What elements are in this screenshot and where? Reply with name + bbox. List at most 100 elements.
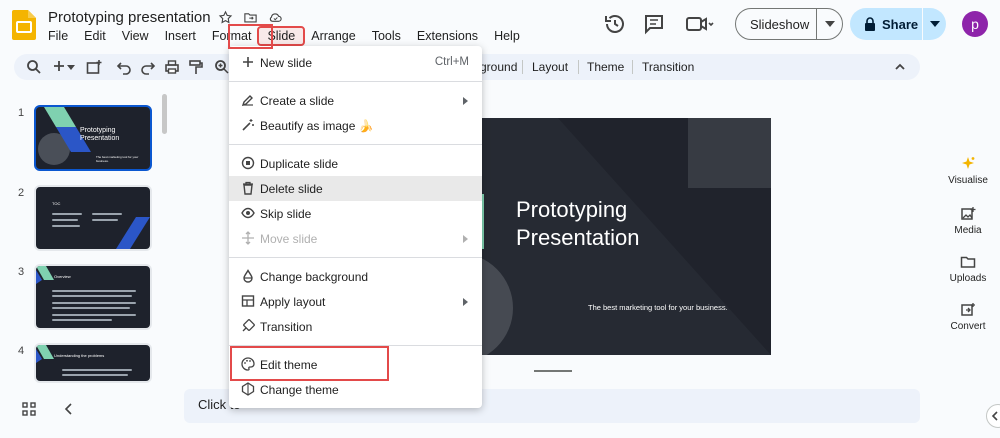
- slide-subtitle[interactable]: The best marketing tool for your busines…: [588, 303, 728, 312]
- menu-item-transition[interactable]: Transition: [229, 314, 482, 339]
- menu-insert[interactable]: Insert: [157, 28, 204, 44]
- menu-arrange[interactable]: Arrange: [303, 28, 363, 44]
- menu-bar: File Edit View Insert Format Slide Arran…: [40, 26, 528, 46]
- submenu-arrow-icon: [463, 97, 468, 105]
- sidebar-visualise[interactable]: Visualise: [940, 156, 996, 186]
- thumbnail-line: [52, 213, 82, 215]
- thumbnail-line: [52, 225, 80, 227]
- slide-number: 2: [18, 187, 25, 199]
- menu-item-label: Skip slide: [260, 207, 312, 221]
- share-label: Share: [882, 16, 919, 32]
- slideshow-label: Slideshow: [750, 16, 810, 32]
- print-icon[interactable]: [164, 59, 180, 75]
- duplicate-icon: [241, 156, 255, 170]
- slide-number: 4: [18, 345, 25, 357]
- move-folder-icon[interactable]: [243, 10, 258, 25]
- menu-item-duplicate-slide[interactable]: Duplicate slide: [229, 151, 482, 176]
- new-slide-caret-icon[interactable]: [66, 59, 76, 75]
- menu-item-change-background[interactable]: Change background: [229, 264, 482, 289]
- thumbnail-line: [52, 302, 136, 304]
- add-slide-layout-icon[interactable]: [86, 59, 102, 75]
- chevron-up-icon[interactable]: [892, 59, 908, 75]
- slide-thumbnail-4[interactable]: Understanding the problems: [34, 343, 152, 383]
- thumbnail-graphic: [116, 217, 150, 249]
- menu-extensions[interactable]: Extensions: [409, 28, 486, 44]
- slides-logo-icon[interactable]: [12, 10, 36, 40]
- slideshow-button[interactable]: Slideshow: [735, 8, 843, 40]
- menu-tools[interactable]: Tools: [364, 28, 409, 44]
- slide-title[interactable]: Prototyping Presentation: [516, 196, 640, 252]
- menu-item-shortcut: Ctrl+M: [434, 56, 469, 68]
- slide-title-line: Presentation: [516, 225, 640, 250]
- chevron-left-icon[interactable]: [62, 402, 76, 416]
- slide-thumbnail-2[interactable]: TOC: [34, 185, 152, 251]
- menu-item-create-a-slide[interactable]: Create a slide: [229, 88, 482, 113]
- slide-number: 1: [18, 107, 25, 119]
- search-icon[interactable]: [26, 59, 42, 75]
- menu-view[interactable]: View: [114, 28, 157, 44]
- thumbnail-line: [52, 219, 78, 221]
- menu-separator: [229, 257, 482, 258]
- star-icon[interactable]: [218, 10, 233, 25]
- highlight-box-slide-menu: [228, 24, 273, 49]
- thumbnail-line: [52, 295, 132, 297]
- sidebar-convert[interactable]: Convert: [940, 302, 996, 332]
- media-icon: [961, 207, 976, 220]
- grid-view-icon[interactable]: [22, 402, 36, 416]
- title-bar: Prototyping presentation File Edit View …: [0, 0, 1000, 50]
- meet-video-icon[interactable]: [684, 12, 716, 36]
- sidebar-uploads[interactable]: Uploads: [940, 254, 996, 284]
- sidebar-label: Uploads: [949, 273, 987, 284]
- menu-item-beautify-as-image[interactable]: Beautify as image 🍌: [229, 113, 482, 138]
- share-dropdown[interactable]: [922, 8, 946, 40]
- toolbar-theme[interactable]: Theme: [587, 60, 624, 74]
- filmstrip-scrollbar[interactable]: [162, 94, 167, 134]
- slide-thumbnail-3[interactable]: Overview: [34, 264, 152, 330]
- toolbar-separator: [522, 60, 523, 74]
- redo-icon[interactable]: [140, 59, 156, 75]
- avatar[interactable]: p: [962, 11, 988, 37]
- menu-item-apply-layout[interactable]: Apply layout: [229, 289, 482, 314]
- menu-file[interactable]: File: [40, 28, 76, 44]
- zoom-icon[interactable]: [214, 59, 230, 75]
- toolbar-separator: [578, 60, 579, 74]
- menu-item-skip-slide[interactable]: Skip slide: [229, 201, 482, 226]
- theme-icon: [241, 382, 255, 396]
- canvas-divider: [534, 370, 572, 372]
- menu-item-new-slide[interactable]: New slide Ctrl+M: [229, 50, 482, 75]
- toolbar-transition[interactable]: Transition: [642, 60, 694, 74]
- thumbnail-line: [52, 307, 130, 309]
- history-icon[interactable]: [603, 12, 627, 36]
- slide-canvas[interactable]: Prototyping Presentation The best market…: [438, 118, 771, 355]
- toolbar-background[interactable]: ground: [480, 60, 517, 74]
- toolbar-separator: [632, 60, 633, 74]
- highlight-box-edit-theme: [230, 346, 389, 381]
- share-button[interactable]: Share: [850, 8, 946, 40]
- sidebar-media[interactable]: Media: [940, 206, 996, 236]
- thumbnail-line: [52, 319, 112, 321]
- sidebar-collapse-button[interactable]: [986, 404, 1000, 428]
- plus-icon: [243, 57, 253, 67]
- submenu-arrow-icon: [463, 235, 468, 243]
- cloud-saved-icon[interactable]: [268, 10, 283, 25]
- menu-item-label: Duplicate slide: [260, 157, 339, 171]
- slide-title-line: Prototyping: [516, 197, 628, 222]
- menu-edit[interactable]: Edit: [76, 28, 114, 44]
- menu-help[interactable]: Help: [486, 28, 528, 44]
- document-title[interactable]: Prototyping presentation: [48, 9, 211, 26]
- paint-drop-icon: [243, 269, 253, 283]
- transition-icon: [242, 319, 255, 332]
- thumbnail-title: Prototyping Presentation: [80, 127, 120, 142]
- convert-icon: [961, 303, 975, 316]
- caret-down-icon: [929, 21, 940, 27]
- menu-item-label: Move slide: [260, 232, 318, 246]
- menu-item-label: Delete slide: [260, 182, 323, 196]
- slide-thumbnail-1[interactable]: Prototyping Presentation The best market…: [34, 105, 152, 171]
- menu-item-delete-slide[interactable]: Delete slide: [229, 176, 482, 201]
- paint-format-icon[interactable]: [188, 59, 204, 75]
- comment-icon[interactable]: [642, 12, 666, 36]
- slideshow-dropdown[interactable]: [817, 21, 842, 27]
- menu-item-label: Beautify as image 🍌: [260, 119, 374, 133]
- toolbar-layout[interactable]: Layout: [532, 60, 568, 74]
- undo-icon[interactable]: [116, 59, 132, 75]
